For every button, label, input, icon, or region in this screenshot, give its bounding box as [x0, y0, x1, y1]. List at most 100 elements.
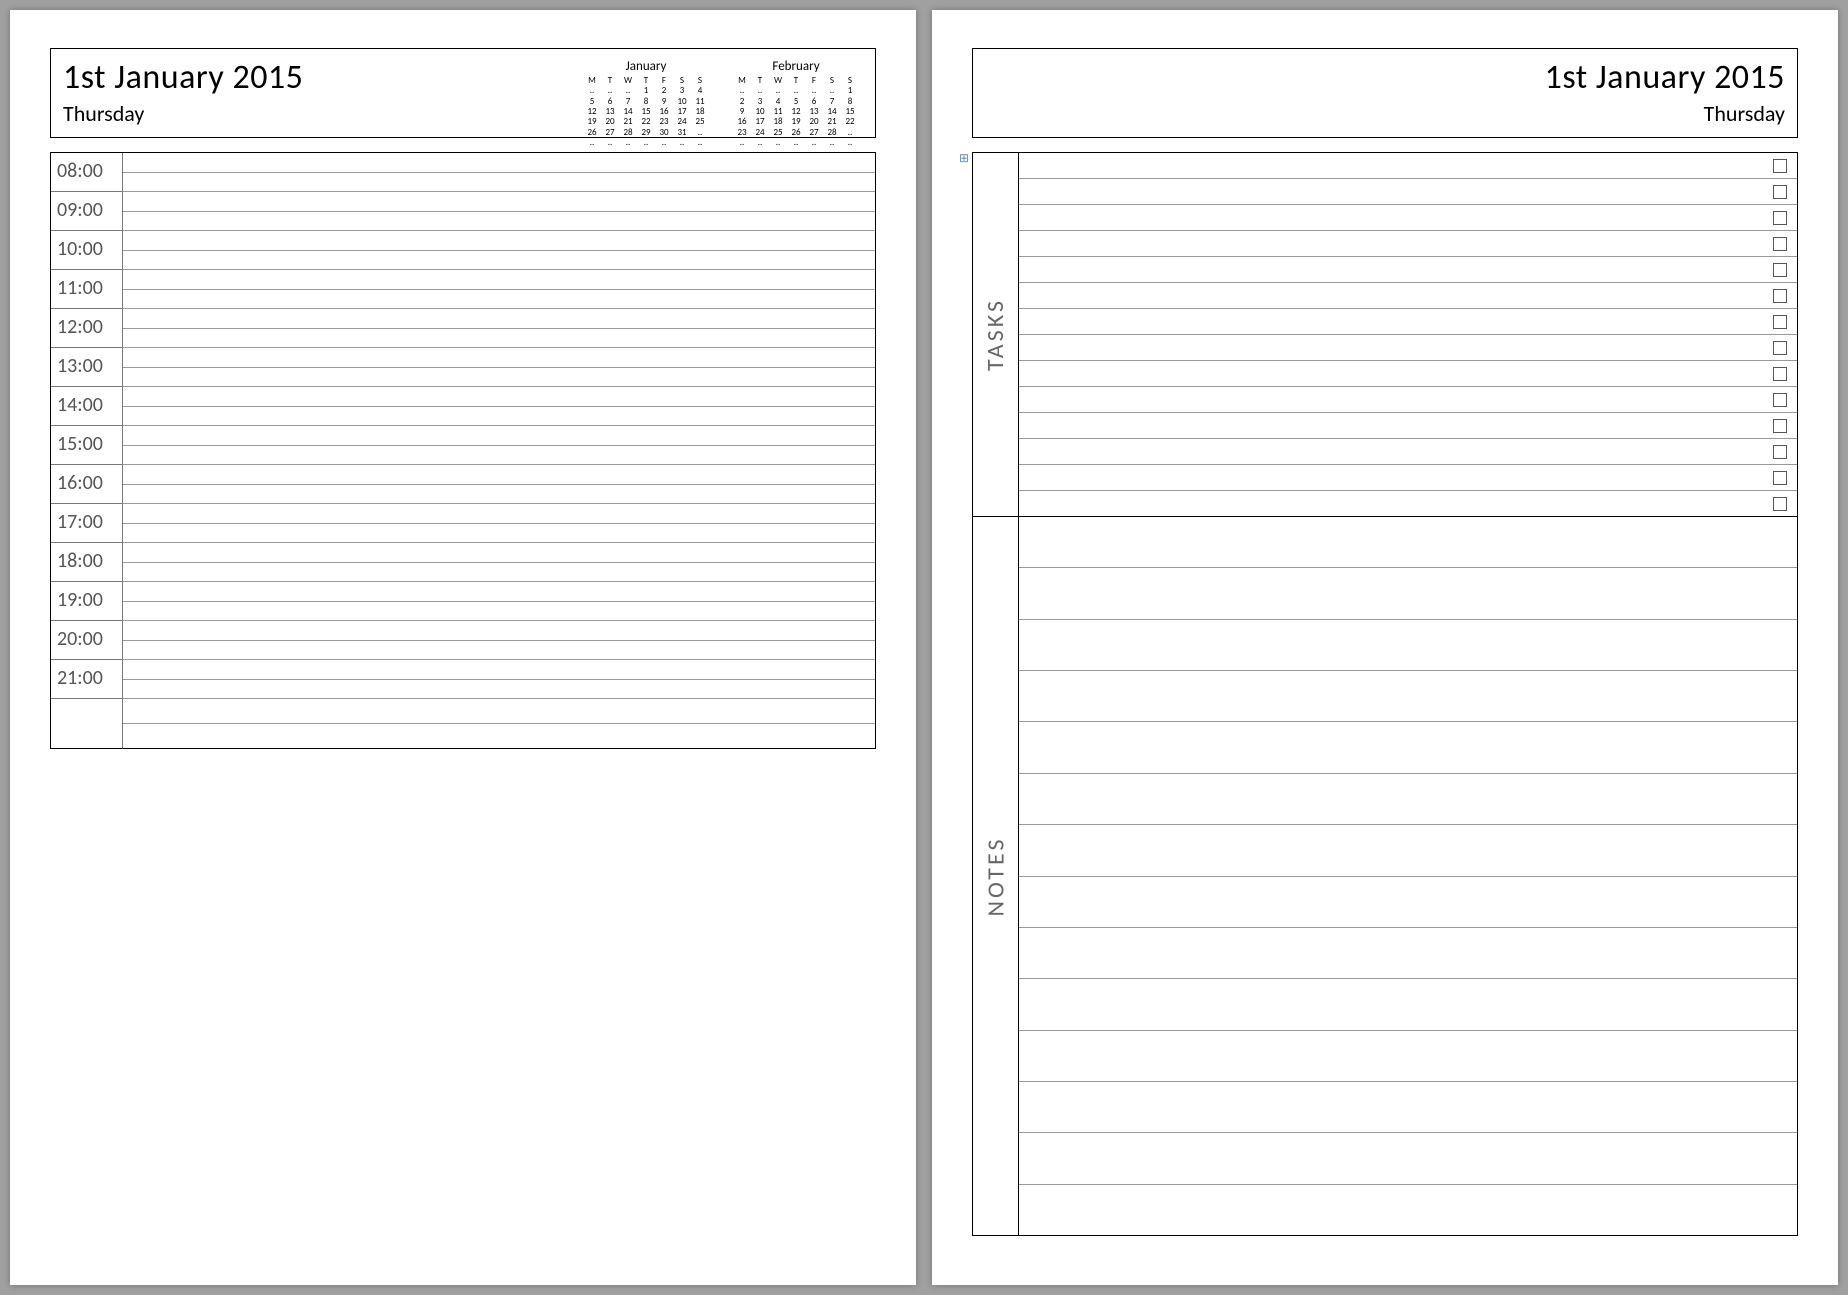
schedule-slot[interactable] — [123, 699, 875, 749]
schedule-half-hour[interactable] — [123, 582, 875, 602]
schedule-half-hour[interactable] — [123, 621, 875, 641]
task-checkbox[interactable] — [1773, 445, 1787, 459]
page-date: 1st January 2015 — [1545, 57, 1785, 98]
schedule-slot[interactable] — [123, 621, 875, 660]
schedule-half-hour[interactable] — [123, 446, 875, 466]
note-row[interactable] — [1019, 928, 1797, 979]
mini-calendar-day: .. — [787, 138, 805, 148]
note-row[interactable] — [1019, 979, 1797, 1030]
schedule-half-hour[interactable] — [123, 348, 875, 368]
task-row[interactable] — [1019, 231, 1797, 257]
task-checkbox[interactable] — [1773, 367, 1787, 381]
task-row[interactable] — [1019, 153, 1797, 179]
task-checkbox[interactable] — [1773, 497, 1787, 511]
schedule-half-hour[interactable] — [123, 602, 875, 622]
task-row[interactable] — [1019, 465, 1797, 491]
mini-calendar-day: .. — [805, 138, 823, 148]
note-rows — [1019, 517, 1797, 1235]
schedule-half-hour[interactable] — [123, 680, 875, 700]
note-row[interactable] — [1019, 825, 1797, 876]
task-checkbox[interactable] — [1773, 341, 1787, 355]
schedule-half-hour[interactable] — [123, 329, 875, 349]
schedule-half-hour[interactable] — [123, 465, 875, 485]
schedule-half-hour[interactable] — [123, 699, 875, 724]
task-row[interactable] — [1019, 335, 1797, 361]
note-row[interactable] — [1019, 877, 1797, 928]
schedule-slot[interactable] — [123, 660, 875, 699]
schedule-half-hour[interactable] — [123, 563, 875, 583]
task-checkbox[interactable] — [1773, 159, 1787, 173]
task-row[interactable] — [1019, 439, 1797, 465]
task-row[interactable] — [1019, 283, 1797, 309]
note-row[interactable] — [1019, 1082, 1797, 1133]
schedule-row: 10:00 — [51, 231, 875, 270]
schedule-half-hour[interactable] — [123, 212, 875, 232]
schedule-slot[interactable] — [123, 465, 875, 504]
schedule-half-hour[interactable] — [123, 290, 875, 310]
schedule-half-hour[interactable] — [123, 504, 875, 524]
schedule-slot[interactable] — [123, 582, 875, 621]
note-row[interactable] — [1019, 1133, 1797, 1184]
schedule-half-hour[interactable] — [123, 543, 875, 563]
task-checkbox[interactable] — [1773, 315, 1787, 329]
task-row[interactable] — [1019, 491, 1797, 517]
schedule-slot[interactable] — [123, 504, 875, 543]
task-row[interactable] — [1019, 413, 1797, 439]
task-row[interactable] — [1019, 309, 1797, 335]
schedule-half-hour[interactable] — [123, 641, 875, 661]
note-row[interactable] — [1019, 671, 1797, 722]
task-row[interactable] — [1019, 257, 1797, 283]
task-row[interactable] — [1019, 205, 1797, 231]
task-checkbox[interactable] — [1773, 289, 1787, 303]
schedule-slot[interactable] — [123, 309, 875, 348]
schedule-half-hour[interactable] — [123, 270, 875, 290]
task-checkbox[interactable] — [1773, 393, 1787, 407]
schedule-half-hour[interactable] — [123, 426, 875, 446]
schedule-slot[interactable] — [123, 231, 875, 270]
mini-calendar: FebruaryMTWTFSS............1234567891011… — [733, 59, 859, 131]
schedule-half-hour[interactable] — [123, 387, 875, 407]
schedule-slot[interactable] — [123, 387, 875, 426]
schedule-half-hour[interactable] — [123, 251, 875, 271]
note-row[interactable] — [1019, 620, 1797, 671]
schedule-half-hour[interactable] — [123, 153, 875, 173]
schedule-half-hour[interactable] — [123, 231, 875, 251]
schedule-slot[interactable] — [123, 543, 875, 582]
task-row[interactable] — [1019, 179, 1797, 205]
schedule-half-hour[interactable] — [123, 173, 875, 193]
note-row[interactable] — [1019, 774, 1797, 825]
task-checkbox[interactable] — [1773, 263, 1787, 277]
schedule-half-hour[interactable] — [123, 485, 875, 505]
note-row[interactable] — [1019, 722, 1797, 773]
schedule-slot[interactable] — [123, 426, 875, 465]
schedule-time: 20:00 — [51, 621, 123, 660]
schedule-slot[interactable] — [123, 270, 875, 309]
mini-calendar-grid: MTWTFSS............123456789101112131415… — [733, 76, 859, 148]
task-checkbox[interactable] — [1773, 211, 1787, 225]
note-row[interactable] — [1019, 1031, 1797, 1082]
schedule-half-hour[interactable] — [123, 407, 875, 427]
schedule-slot[interactable] — [123, 348, 875, 387]
task-checkbox[interactable] — [1773, 419, 1787, 433]
schedule-half-hour[interactable] — [123, 724, 875, 749]
task-checkbox[interactable] — [1773, 237, 1787, 251]
schedule-slot[interactable] — [123, 192, 875, 231]
tasks-label: TASKS — [981, 298, 1010, 371]
schedule-half-hour[interactable] — [123, 192, 875, 212]
task-checkbox[interactable] — [1773, 471, 1787, 485]
task-row[interactable] — [1019, 387, 1797, 413]
task-checkbox[interactable] — [1773, 185, 1787, 199]
schedule-half-hour[interactable] — [123, 660, 875, 680]
task-row[interactable] — [1019, 361, 1797, 387]
schedule-half-hour[interactable] — [123, 309, 875, 329]
note-row[interactable] — [1019, 517, 1797, 568]
note-row[interactable] — [1019, 1185, 1797, 1235]
mini-calendar-day: .. — [583, 138, 601, 148]
schedule-half-hour[interactable] — [123, 524, 875, 544]
mini-calendar-day: .. — [619, 138, 637, 148]
schedule-time: 08:00 — [51, 153, 123, 192]
schedule-time: 09:00 — [51, 192, 123, 231]
note-row[interactable] — [1019, 568, 1797, 619]
schedule-slot[interactable] — [123, 153, 875, 192]
schedule-half-hour[interactable] — [123, 368, 875, 388]
